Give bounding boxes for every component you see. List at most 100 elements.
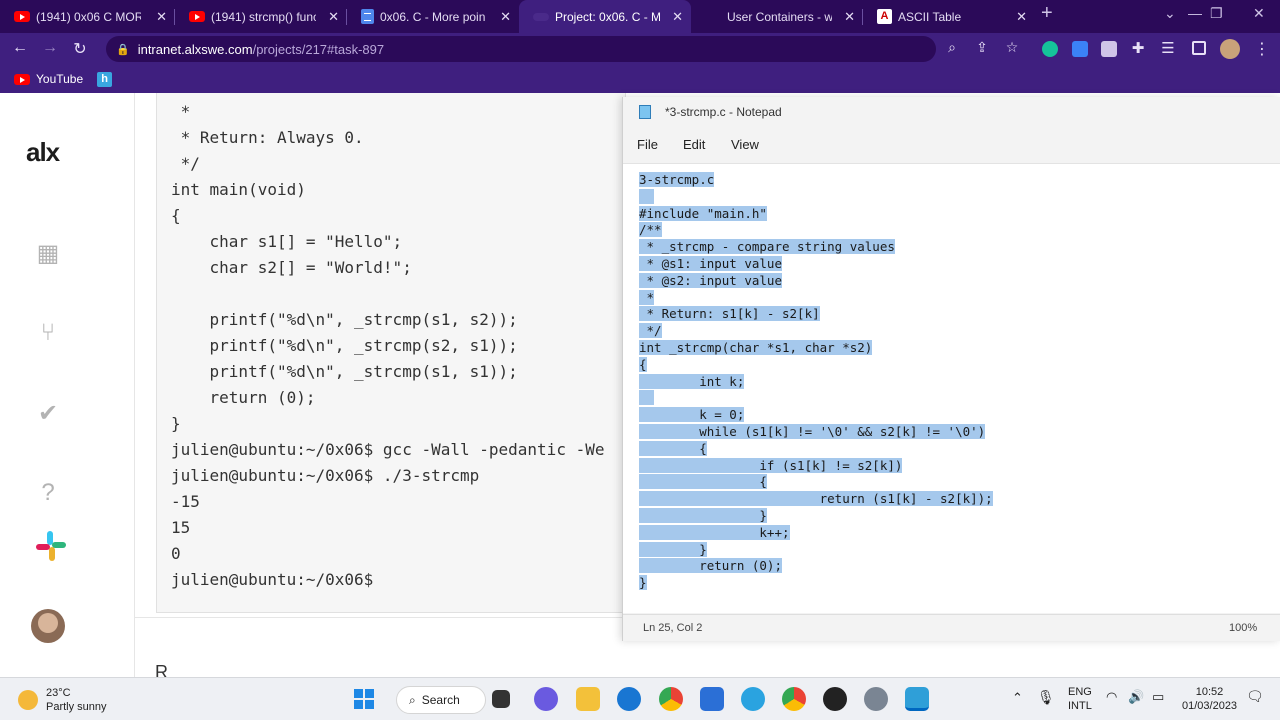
alx-logo[interactable]: alx [26,137,60,168]
menu-file[interactable]: File [637,137,658,152]
notepad-line: return (s1[k] - s2[k]); [639,491,993,507]
back-icon[interactable]: ← [10,39,30,57]
weather-widget[interactable]: 23°C Partly sunny [18,686,107,714]
address-toolbar: ← → ↻ 🔒 intranet.alxswe.com/projects/217… [0,33,1280,65]
app-icon[interactable] [823,687,847,711]
notepad-line: */ [639,323,662,339]
close-tab-icon[interactable]: ✕ [328,9,339,25]
file-explorer-icon[interactable] [576,687,600,711]
store-icon[interactable] [700,687,724,711]
close-tab-icon[interactable]: ✕ [500,9,511,25]
chrome-icon[interactable] [659,687,683,711]
address-bar[interactable]: 🔒 intranet.alxswe.com/projects/217#task-… [106,36,936,62]
clock[interactable]: 10:52 01/03/2023 [1182,685,1237,713]
notepad-line: 3-strcmp.c [639,172,715,187]
grammarly-icon[interactable] [1042,41,1058,57]
code-line: julien@ubuntu:~/0x06$ [171,570,374,589]
reload-icon[interactable]: ↻ [70,39,90,59]
close-window-icon[interactable]: ✕ [1253,5,1265,22]
notification-icon[interactable]: 🗨 [1246,689,1264,703]
code-line: char s2[] = "World!"; [171,258,412,277]
lock-icon: 🔒 [116,43,130,56]
code-line: return (0); [171,388,316,407]
tab-youtube-strcmp[interactable]: (1941) strcmp() functio ✕ [175,0,347,33]
task-view-icon[interactable] [492,690,510,708]
chat-icon[interactable] [534,687,558,711]
forward-icon[interactable]: → [40,39,60,57]
profile-avatar[interactable] [1220,39,1240,59]
settings-gear-icon[interactable] [864,687,888,711]
menu-kebab-icon[interactable]: ⋮ [1252,39,1272,59]
help-icon[interactable]: ? [34,479,62,507]
ascii-icon: A [877,9,892,24]
partly-sunny-icon [18,690,38,710]
chevron-up-icon[interactable]: ⌃ [1012,691,1023,705]
notepad-line: return (0); [639,558,782,574]
bookmark-youtube[interactable]: YouTube [36,72,83,86]
bookmark-h[interactable]: h [97,71,113,87]
notepad-line: if (s1[k] != s2[k]) [639,457,903,473]
code-line: julien@ubuntu:~/0x06$ ./3-strcmp [171,466,480,485]
battery-icon[interactable]: ▭ [1152,690,1164,704]
zoom-level: 100% [1229,622,1258,634]
camera-icon[interactable] [1101,41,1117,57]
notepad-window: *3-strcmp.c - Notepad File Edit View 3-s… [622,97,1280,641]
notepad-text: 3-strcmp.c #include "main.h"/** * _strcm… [639,172,993,592]
notepad-line: #include "main.h" [639,205,767,221]
language-indicator[interactable]: ENG INTL [1068,685,1092,713]
menu-view[interactable]: View [731,137,759,152]
edge-icon[interactable] [617,687,641,711]
code-line: julien@ubuntu:~/0x06$ gcc -Wall -pedanti… [171,440,605,459]
taskbar-search[interactable]: ⌕ Search [396,686,486,714]
code-line: * Return: Always 0. [171,128,364,147]
chrome-profile-icon[interactable] [782,687,806,711]
notepad-line [639,188,993,206]
chevron-down-icon[interactable]: ⌄ [1164,5,1176,22]
notepad-editor[interactable]: 3-strcmp.c #include "main.h"/** * _strcm… [623,163,1280,613]
bookmarks-bar: YouTube h [0,65,1280,93]
code-line: * [171,102,191,121]
windows-start-icon[interactable] [352,687,376,711]
menu-edit[interactable]: Edit [683,137,705,152]
tab-project-active[interactable]: Project: 0x06. C - Mor ✕ [519,0,691,33]
close-tab-icon[interactable]: ✕ [844,9,855,25]
code-line: } [171,414,181,433]
close-tab-icon[interactable]: ✕ [1016,9,1027,25]
notepad-line: { [639,440,707,456]
code-line: printf("%d\n", _strcmp(s1, s1)); [171,362,518,381]
new-tab-icon[interactable]: + [1041,2,1053,25]
puzzle-extensions-icon[interactable]: ✚ [1128,39,1148,57]
tab-docs-more-pointers[interactable]: 0x06. C - More pointe ✕ [347,0,519,33]
git-branch-icon[interactable]: ⑂ [34,319,62,347]
notepad-titlebar: *3-strcmp.c - Notepad [623,97,1280,127]
calendar-icon[interactable]: ▦ [34,239,62,267]
wifi-icon[interactable]: ◠ [1106,690,1117,704]
side-panel-icon[interactable] [1192,41,1206,55]
notepad-line [639,390,993,407]
notepad-taskbar-icon[interactable] [905,687,929,711]
notepad-line: } [639,575,647,591]
media-controls-icon[interactable]: ☰ [1158,39,1178,57]
code-block: * * Return: Always 0. */int main(void){ … [156,93,626,613]
slack-icon[interactable] [34,529,66,561]
sidebar: alx ▦ ⑂ ✔ ? [0,93,135,677]
user-avatar[interactable] [31,609,65,643]
tab-user-containers[interactable]: User Containers - web ✕ [691,0,863,33]
volume-icon[interactable]: 🔊 [1128,690,1144,704]
close-tab-icon[interactable]: ✕ [672,9,683,25]
microphone-icon[interactable]: 🎙 [1037,690,1055,704]
checkmark-icon[interactable]: ✔ [34,399,62,427]
close-tab-icon[interactable]: ✕ [156,9,167,25]
tab-youtube-more-pointers[interactable]: (1941) 0x06 C MORE P ✕ [0,0,175,33]
extension-icon[interactable] [1072,41,1088,57]
bookmark-star-icon[interactable]: ☆ [1002,39,1022,56]
code-line: { [171,206,181,225]
telegram-icon[interactable] [741,687,765,711]
zoom-icon[interactable]: ⌕ [942,39,962,56]
tab-ascii-table[interactable]: A ASCII Table ✕ [863,0,1035,33]
code-line: 0 [171,544,181,563]
docs-icon [361,9,374,24]
maximize-icon[interactable]: ❐ [1210,5,1223,22]
minimize-icon[interactable]: — [1188,5,1202,21]
share-icon[interactable]: ⇪ [972,39,992,56]
